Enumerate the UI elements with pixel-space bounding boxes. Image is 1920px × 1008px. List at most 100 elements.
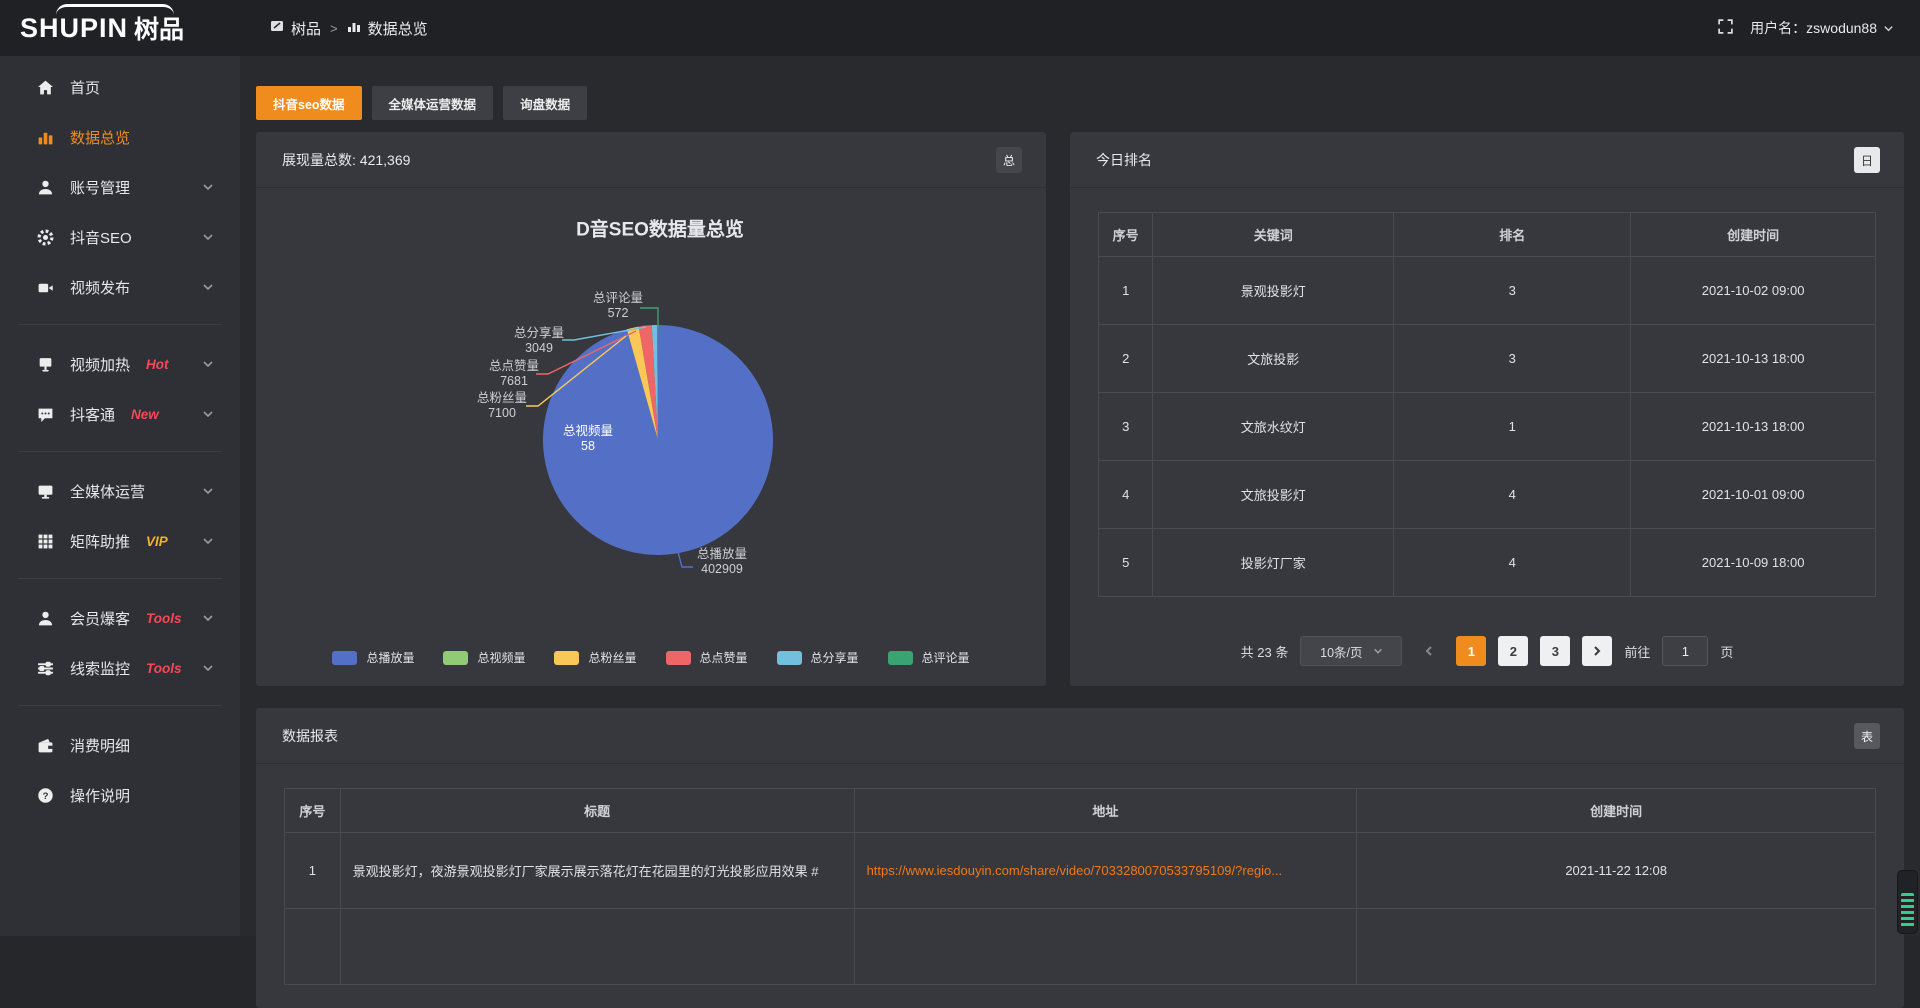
data-tabs: 抖音seo数据 全媒体运营数据 询盘数据 [256,86,587,120]
sidebar-item-label: 线索监控 [70,658,130,679]
legend-item-videos[interactable]: 总视频量 [443,649,525,666]
wallet-icon [36,736,54,754]
sidebar-item-account[interactable]: 账号管理 [0,162,240,212]
report-panel-header: 数据报表 表 [256,708,1904,764]
pie-label-fans: 总粉丝量7100 [477,391,527,421]
legend-item-fans[interactable]: 总粉丝量 [554,649,636,666]
sidebar-item-clue-monitor[interactable]: 线索监控 Tools [0,643,240,693]
legend-item-plays[interactable]: 总播放量 [332,649,414,666]
logo-text-cn: 树品 [134,10,184,46]
sidebar-item-matrix-boost[interactable]: 矩阵助推 VIP [0,516,240,566]
bar-chart-icon [347,19,361,37]
today-ranking-panel: 今日排名 日 序号 关键词 排名 创建时间 1 景观投影灯 3 2021-10-… [1070,132,1904,686]
sidebar-item-label: 会员爆客 [70,608,130,629]
page-unit-label: 页 [1720,642,1733,661]
page-button-1[interactable]: 1 [1456,636,1486,666]
sidebar-item-label: 抖音SEO [70,227,132,248]
pie-label-comments: 总评论量572 [593,291,643,321]
ranking-panel-header: 今日排名 日 [1070,132,1904,188]
sidebar-item-label: 首页 [70,77,100,98]
vip-badge: VIP [146,534,168,549]
report-table-wrap: 序号 标题 地址 创建时间 1 景观投影灯，夜游景观投影灯厂家展示展示落花灯在花… [256,764,1904,985]
page-button-3[interactable]: 3 [1540,636,1570,666]
chevron-right-icon [1591,645,1603,657]
legend-swatch [332,651,357,665]
next-page-button[interactable] [1582,636,1612,666]
pie-label-shares: 总分享量3049 [514,326,564,356]
sidebar-item-douyin-seo[interactable]: 抖音SEO [0,212,240,262]
sidebar-item-video-heat[interactable]: 视频加热 Hot [0,339,240,389]
legend-swatch [554,651,579,665]
day-view-button[interactable]: 日 [1854,147,1880,173]
prev-page-button[interactable] [1414,636,1444,666]
sidebar-item-label: 视频加热 [70,354,130,375]
page-size-select[interactable]: 10条/页 [1300,636,1402,666]
table-view-button[interactable]: 表 [1854,723,1880,749]
new-badge: New [131,407,159,422]
table-row: 3 文旅水纹灯 1 2021-10-13 18:00 [1099,393,1876,461]
username-label: 用户名：zswodun88 [1750,18,1877,38]
breadcrumb-root[interactable]: 树品 [270,18,321,39]
sidebar-item-video-publish[interactable]: 视频发布 [0,262,240,312]
video-link[interactable]: https://www.iesdouyin.com/share/video/70… [867,863,1283,878]
goto-page-input[interactable] [1662,636,1708,666]
chart-icon [36,128,54,146]
tab-omnimedia-data[interactable]: 全媒体运营数据 [372,86,494,120]
monitor-icon [36,482,54,500]
home-icon [36,78,54,96]
gear-icon [36,228,54,246]
legend-item-likes[interactable]: 总点赞量 [666,649,748,666]
total-view-button[interactable]: 总 [996,147,1022,173]
sidebar-item-home[interactable]: 首页 [0,62,240,112]
sidebar-divider [18,578,222,579]
chevron-left-icon [1423,645,1435,657]
sliders-icon [36,659,54,677]
col-title: 标题 [340,789,854,833]
sidebar-item-member-baoke[interactable]: 会员爆客 Tools [0,593,240,643]
app-logo[interactable]: SHUPIN 树品 [20,0,240,56]
chevron-down-icon [1883,23,1894,34]
scrollbar-thumb[interactable] [1901,893,1914,929]
chevron-down-icon [202,408,214,420]
logo-text-en: SHUPIN [20,13,128,44]
app-square-icon [270,19,284,37]
sidebar-item-data-overview[interactable]: 数据总览 [0,112,240,162]
screen-push-icon [36,355,54,373]
pie-label-plays: 总播放量402909 [697,547,747,577]
fullscreen-icon[interactable] [1717,18,1734,38]
breadcrumb-root-label: 树品 [291,18,321,39]
sidebar-item-douketong[interactable]: 抖客通 New [0,389,240,439]
col-created: 创建时间 [1631,213,1876,257]
sidebar-divider [18,324,222,325]
chevron-down-icon [1373,646,1383,656]
scrollbar[interactable] [1897,870,1918,934]
sidebar-item-help[interactable]: ? 操作说明 [0,770,240,820]
pie-chart [256,188,1046,686]
pie-label-videos: 总视频量58 [563,424,613,454]
col-index: 序号 [285,789,341,833]
tab-inquiry-data[interactable]: 询盘数据 [503,86,587,120]
user-menu[interactable]: 用户名：zswodun88 [1750,18,1894,38]
chevron-down-icon [202,535,214,547]
page-button-2[interactable]: 2 [1498,636,1528,666]
breadcrumb: 树品 > 数据总览 [270,0,428,56]
goto-label: 前往 [1624,642,1650,661]
breadcrumb-separator: > [330,21,338,36]
hot-badge: Hot [146,357,169,372]
table-row: 2 文旅投影 3 2021-10-13 18:00 [1099,325,1876,393]
tab-douyin-seo-data[interactable]: 抖音seo数据 [256,86,362,120]
legend-swatch [777,651,802,665]
sidebar-item-label: 视频发布 [70,277,130,298]
sidebar-item-consumption-detail[interactable]: 消费明细 [0,720,240,770]
topbar: SHUPIN 树品 树品 > 数据总览 用户名：zswodun88 [0,0,1920,56]
legend-item-comments[interactable]: 总评论量 [888,649,970,666]
table-row: 4 文旅投影灯 4 2021-10-01 09:00 [1099,461,1876,529]
legend-item-shares[interactable]: 总分享量 [777,649,859,666]
question-circle-icon: ? [36,786,54,804]
breadcrumb-current[interactable]: 数据总览 [347,18,428,39]
sidebar-divider [18,451,222,452]
sidebar-item-omnimedia[interactable]: 全媒体运营 [0,466,240,516]
sidebar-item-label: 矩阵助推 [70,531,130,552]
col-keyword: 关键词 [1153,213,1394,257]
sidebar-item-label: 账号管理 [70,177,130,198]
